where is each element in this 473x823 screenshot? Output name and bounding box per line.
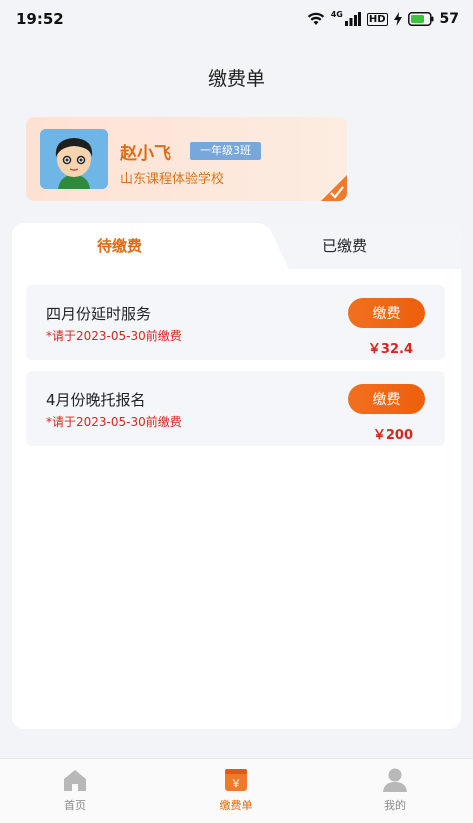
student-card[interactable]: 赵小飞 一年级3班 山东课程体验学校 [26,117,347,201]
battery-level: 57 [439,11,459,27]
student-name: 赵小飞 [120,144,171,164]
selected-check-icon [321,175,347,201]
class-badge: 一年级3班 [190,142,261,160]
fee-amount: ￥200 [372,428,413,443]
home-icon [64,770,86,791]
nav-label-payment: 缴费单 [219,799,253,812]
payment-icon: ￥ [225,769,247,791]
fee-deadline: *请于2023-05-30前缴费 [46,329,182,343]
student-avatar-icon [40,129,108,189]
tab-pending[interactable]: 待缴费 [97,235,142,256]
tab-paid[interactable]: 已缴费 [322,235,367,256]
wifi-icon [307,12,324,25]
fee-deadline: *请于2023-05-30前缴费 [46,415,182,429]
nav-item-mine[interactable]: 我的 [345,767,445,819]
user-icon [383,768,407,792]
status-icons: 4G HD 57 [307,10,459,28]
status-time: 19:52 [16,10,64,28]
signal-icon [344,12,361,26]
nav-label-home: 首页 [64,799,86,812]
fee-title: 4月份晚托报名 [46,391,146,409]
nav-item-payment[interactable]: ￥ 缴费单 [186,767,286,819]
fee-item[interactable]: 4月份晚托报名 *请于2023-05-30前缴费 缴费 ￥200 [26,371,445,446]
fee-item[interactable]: 四月份延时服务 *请于2023-05-30前缴费 缴费 ￥32.4 [26,285,445,360]
pay-button[interactable]: 缴费 [348,298,425,328]
bottom-nav: 首页 ￥ 缴费单 我的 [0,758,473,823]
nav-label-mine: 我的 [384,799,406,812]
pay-button[interactable]: 缴费 [348,384,425,414]
school-name: 山东课程体验学校 [120,172,225,187]
payment-icon-symbol: ￥ [231,777,242,790]
fee-title: 四月份延时服务 [46,305,152,323]
charging-icon [393,12,402,26]
network-type-label: 4G [330,10,343,19]
battery-icon [407,12,434,26]
fee-amount: ￥32.4 [367,342,413,357]
fee-list-panel: 待缴费 已缴费 四月份延时服务 *请于2023-05-30前缴费 缴费 ￥32.… [12,223,461,729]
hd-icon: HD [366,12,388,26]
page-title: 缴费单 [207,68,265,90]
nav-item-home[interactable]: 首页 [25,767,125,819]
status-bar: 19:52 4G HD 57 [0,0,473,38]
avatar [40,129,108,189]
